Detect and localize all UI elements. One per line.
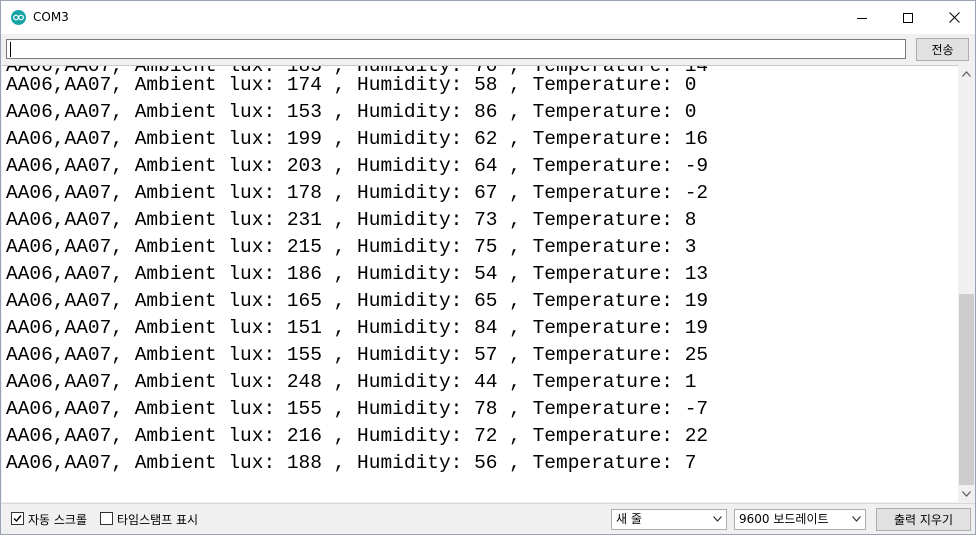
output-line: AA06,AA07, Ambient lux: 231 , Humidity: … [6,209,697,231]
chevron-up-icon [962,70,971,77]
timestamp-label[interactable]: 타임스탬프 표시 [117,511,198,528]
check-icon [13,515,22,523]
chevron-down-icon [852,516,861,522]
chevron-down-icon [962,490,971,497]
minimize-icon [857,17,867,19]
output-line: AA06,AA07, Ambient lux: 155 , Humidity: … [6,344,709,366]
autoscroll-label[interactable]: 자동 스크롤 [28,511,87,528]
output-line: AA06,AA07, Ambient lux: 155 , Humidity: … [6,398,709,420]
output-line: AA06,AA07, Ambient lux: 174 , Humidity: … [6,74,697,96]
title-bar[interactable]: COM3 [1,1,975,34]
send-input[interactable] [6,39,906,59]
maximize-icon [903,12,913,23]
output-line: AA06,AA07, Ambient lux: 203 , Humidity: … [6,155,709,177]
clear-output-button[interactable]: 출력 지우기 [876,508,971,531]
serial-monitor-window: COM3 전송 AA06,AA07, Ambient lux: 185 , Hu… [0,0,976,535]
vertical-scrollbar[interactable] [958,65,975,502]
serial-output[interactable]: AA06,AA07, Ambient lux: 185 , Humidity: … [2,65,958,502]
output-line: AA06,AA07, Ambient lux: 151 , Humidity: … [6,317,709,339]
send-bar: 전송 [1,34,975,64]
line-ending-select[interactable]: 새 줄 [611,509,727,530]
output-line: AA06,AA07, Ambient lux: 188 , Humidity: … [6,452,697,474]
output-line: AA06,AA07, Ambient lux: 186 , Humidity: … [6,263,709,285]
output-line: AA06,AA07, Ambient lux: 165 , Humidity: … [6,290,709,312]
baud-rate-select[interactable]: 9600 보드레이트 [734,509,866,530]
timestamp-checkbox[interactable] [100,512,113,525]
scrollbar-thumb[interactable] [959,294,974,485]
minimize-button[interactable] [839,1,885,34]
output-lines: AA06,AA07, Ambient lux: 174 , Humidity: … [6,72,708,477]
scroll-up-button[interactable] [958,65,975,82]
output-line: AA06,AA07, Ambient lux: 248 , Humidity: … [6,371,697,393]
maximize-button[interactable] [885,1,931,34]
status-bar: 자동 스크롤 타임스탬프 표시 새 줄 9600 보드레이트 출력 지우기 [1,503,975,534]
output-line: AA06,AA07, Ambient lux: 215 , Humidity: … [6,236,697,258]
chevron-down-icon [713,516,722,522]
arduino-logo-icon [11,10,26,25]
baud-rate-value: 9600 보드레이트 [739,512,829,526]
autoscroll-checkbox[interactable] [11,512,24,525]
output-line: AA06,AA07, Ambient lux: 178 , Humidity: … [6,182,709,204]
text-caret [10,42,11,57]
scroll-down-button[interactable] [958,485,975,502]
send-button[interactable]: 전송 [916,38,969,61]
output-line: AA06,AA07, Ambient lux: 153 , Humidity: … [6,101,697,123]
output-line: AA06,AA07, Ambient lux: 216 , Humidity: … [6,425,709,447]
output-line: AA06,AA07, Ambient lux: 199 , Humidity: … [6,128,709,150]
line-ending-value: 새 줄 [616,512,642,526]
close-button[interactable] [931,1,975,34]
close-icon [948,12,960,23]
window-title: COM3 [33,10,69,24]
